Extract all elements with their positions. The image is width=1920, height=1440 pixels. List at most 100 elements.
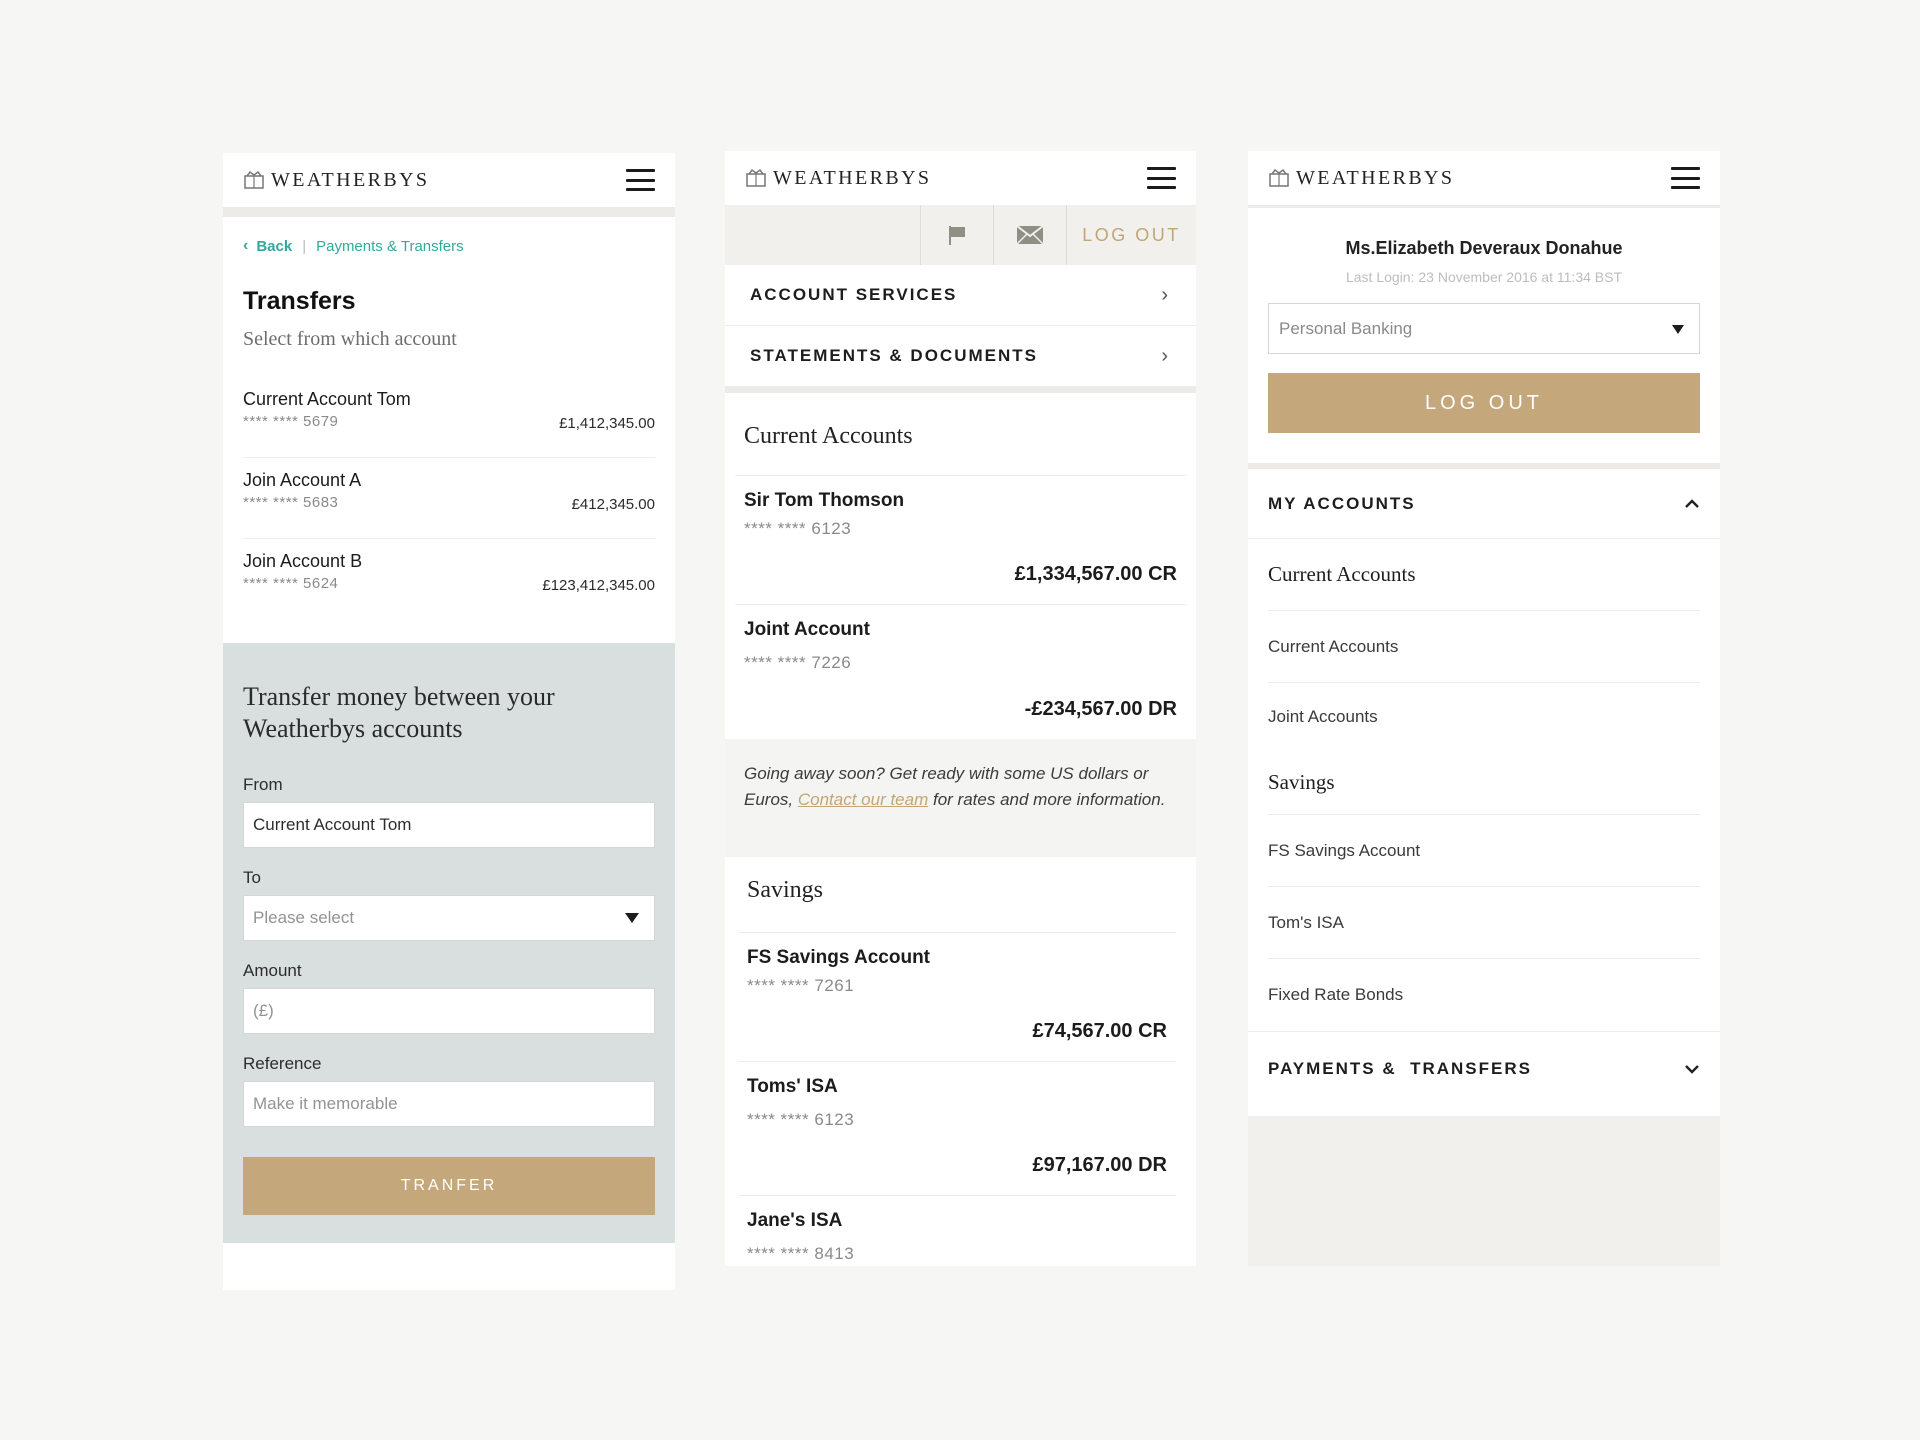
crest-icon bbox=[1269, 168, 1289, 187]
account-name: Joint Account bbox=[744, 619, 870, 640]
my-accounts-toggle[interactable]: MY ACCOUNTS bbox=[1248, 469, 1720, 539]
menu-icon[interactable] bbox=[1147, 167, 1176, 189]
section-title: Current Accounts bbox=[735, 393, 1186, 476]
back-link[interactable]: Back bbox=[256, 238, 292, 255]
header: WEATHERBYS bbox=[1248, 151, 1720, 205]
amount-label: Amount bbox=[243, 961, 302, 980]
payments-transfers-toggle[interactable]: PAYMENTS & TRANSFERS bbox=[1248, 1031, 1720, 1105]
account-balance: £74,567.00 CR bbox=[1032, 1020, 1167, 1042]
menu-item-current-accounts[interactable]: Current Accounts bbox=[1268, 611, 1700, 683]
account-name: FS Savings Account bbox=[747, 947, 930, 968]
menu-screen: WEATHERBYS Ms.Elizabeth Deveraux Donahue… bbox=[1248, 151, 1720, 1266]
nav-label: ACCOUNT SERVICES bbox=[750, 285, 958, 304]
logo[interactable]: WEATHERBYS bbox=[243, 169, 429, 192]
my-accounts-label: MY ACCOUNTS bbox=[1268, 493, 1416, 513]
utility-bar: LOG OUT bbox=[725, 205, 1196, 265]
chevron-down-icon bbox=[1684, 1059, 1700, 1079]
banking-select-value: Personal Banking bbox=[1279, 318, 1413, 338]
account-balance: £97,167.00 DR bbox=[1032, 1154, 1167, 1176]
breadcrumb-payments-link[interactable]: Payments & Transfers bbox=[316, 238, 464, 255]
account-balance: £1,412,345.00 bbox=[559, 415, 655, 432]
menu-icon[interactable] bbox=[626, 169, 655, 191]
account-card[interactable]: Jane's ISA **** **** 8413 bbox=[738, 1196, 1176, 1266]
last-login: Last Login: 23 November 2016 at 11:34 BS… bbox=[1345, 269, 1623, 285]
chevron-right-icon: › bbox=[1161, 344, 1170, 367]
amount-field[interactable]: (£) bbox=[243, 988, 655, 1034]
crest-icon bbox=[746, 168, 766, 187]
nav-account-services[interactable]: ACCOUNT SERVICES › bbox=[725, 265, 1196, 326]
mail-button[interactable] bbox=[993, 205, 1066, 265]
transfer-form: Transfer money between your Weatherbys a… bbox=[223, 643, 675, 1243]
account-number: **** **** 8413 bbox=[747, 1244, 855, 1263]
menu-item-toms-isa[interactable]: Tom's ISA bbox=[1268, 887, 1700, 959]
accounts-screen: WEATHERBYS LOG OUT ACCOUNT SERVICES › ST… bbox=[725, 151, 1196, 1266]
mail-icon bbox=[1016, 225, 1044, 245]
footer-area bbox=[1248, 1116, 1720, 1266]
promo-text-end: for rates and more information. bbox=[928, 790, 1166, 809]
account-number: **** **** 6123 bbox=[744, 519, 852, 538]
caret-down-icon bbox=[1672, 325, 1684, 334]
header: WEATHERBYS bbox=[223, 153, 675, 207]
to-label: To bbox=[243, 868, 261, 887]
logo[interactable]: WEATHERBYS bbox=[745, 167, 931, 190]
divider bbox=[1248, 205, 1720, 208]
header: WEATHERBYS bbox=[725, 151, 1196, 205]
user-name: Ms.Elizabeth Deveraux Donahue bbox=[1345, 238, 1623, 258]
banking-select[interactable]: Personal Banking bbox=[1268, 303, 1700, 354]
menu-category-savings: Savings bbox=[1268, 751, 1700, 815]
contact-team-link[interactable]: Contact our team bbox=[798, 790, 928, 809]
account-name: Join Account A bbox=[243, 470, 362, 490]
account-balance: £123,412,345.00 bbox=[542, 577, 655, 594]
from-label: From bbox=[243, 775, 283, 794]
logout-button[interactable]: LOG OUT bbox=[1066, 205, 1196, 265]
form-heading: Transfer money between your Weatherbys a… bbox=[243, 682, 555, 743]
account-balance: -£234,567.00 DR bbox=[1024, 698, 1177, 720]
account-number: **** **** 7261 bbox=[747, 976, 855, 995]
breadcrumb: ‹ Back | Payments & Transfers bbox=[223, 217, 675, 255]
payments-transfers-label: PAYMENTS & TRANSFERS bbox=[1268, 1058, 1532, 1078]
reference-field[interactable]: Make it memorable bbox=[243, 1081, 655, 1127]
account-card[interactable]: FS Savings Account **** **** 7261 £74,56… bbox=[738, 933, 1176, 1062]
account-name: Toms' ISA bbox=[747, 1076, 838, 1097]
menu-item-fixed-rate-bonds[interactable]: Fixed Rate Bonds bbox=[1268, 959, 1700, 1031]
account-row[interactable]: Current Account Tom **** **** 5679 £1,41… bbox=[243, 377, 655, 458]
account-balance: £412,345.00 bbox=[571, 496, 655, 513]
logo-text: WEATHERBYS bbox=[1296, 166, 1455, 189]
chevron-right-icon: › bbox=[1161, 283, 1170, 306]
promo-banner: Going away soon? Get ready with some US … bbox=[725, 739, 1196, 857]
to-select[interactable]: Please select bbox=[243, 895, 655, 941]
menu-icon[interactable] bbox=[1671, 167, 1700, 189]
logo[interactable]: WEATHERBYS bbox=[1268, 167, 1454, 190]
account-balance: £1,334,567.00 CR bbox=[1014, 563, 1177, 585]
logo-text: WEATHERBYS bbox=[773, 166, 932, 189]
account-row[interactable]: Join Account B **** **** 5624 £123,412,3… bbox=[243, 539, 655, 620]
transfers-screen: WEATHERBYS ‹ Back | Payments & Transfers… bbox=[223, 153, 675, 1290]
account-card[interactable]: Joint Account **** **** 7226 -£234,567.0… bbox=[735, 605, 1186, 739]
flag-button[interactable] bbox=[920, 205, 993, 265]
account-number: **** **** 6123 bbox=[747, 1110, 855, 1129]
nav-label: STATEMENTS & DOCUMENTS bbox=[750, 346, 1038, 365]
logo-text: WEATHERBYS bbox=[271, 168, 430, 191]
chevron-left-icon: ‹ bbox=[243, 237, 249, 254]
page-title: Transfers bbox=[243, 287, 356, 315]
account-card[interactable]: Toms' ISA **** **** 6123 £97,167.00 DR bbox=[738, 1062, 1176, 1196]
transfer-button[interactable]: TRANFER bbox=[243, 1157, 655, 1215]
page-subtitle: Select from which account bbox=[243, 328, 457, 350]
to-select-placeholder: Please select bbox=[253, 908, 355, 927]
from-field[interactable]: Current Account Tom bbox=[243, 802, 655, 848]
divider bbox=[223, 207, 675, 217]
account-name: Current Account Tom bbox=[243, 389, 411, 409]
menu-item-fs-savings[interactable]: FS Savings Account bbox=[1268, 815, 1700, 887]
menu-item-joint-accounts[interactable]: Joint Accounts bbox=[1268, 683, 1700, 751]
logout-button[interactable]: LOG OUT bbox=[1268, 373, 1700, 433]
account-row[interactable]: Join Account A **** **** 5683 £412,345.0… bbox=[243, 458, 655, 539]
account-card[interactable]: Sir Tom Thomson **** **** 6123 £1,334,56… bbox=[735, 476, 1186, 605]
breadcrumb-separator: | bbox=[302, 237, 307, 255]
reference-label: Reference bbox=[243, 1054, 322, 1073]
account-name: Join Account B bbox=[243, 551, 363, 571]
accounts-menu: Current Accounts Current Accounts Joint … bbox=[1248, 539, 1720, 1031]
account-name: Sir Tom Thomson bbox=[744, 490, 905, 511]
nav-statements-documents[interactable]: STATEMENTS & DOCUMENTS › bbox=[725, 326, 1196, 387]
account-number: **** **** 7226 bbox=[744, 653, 852, 672]
account-list: Current Account Tom **** **** 5679 £1,41… bbox=[223, 351, 675, 620]
